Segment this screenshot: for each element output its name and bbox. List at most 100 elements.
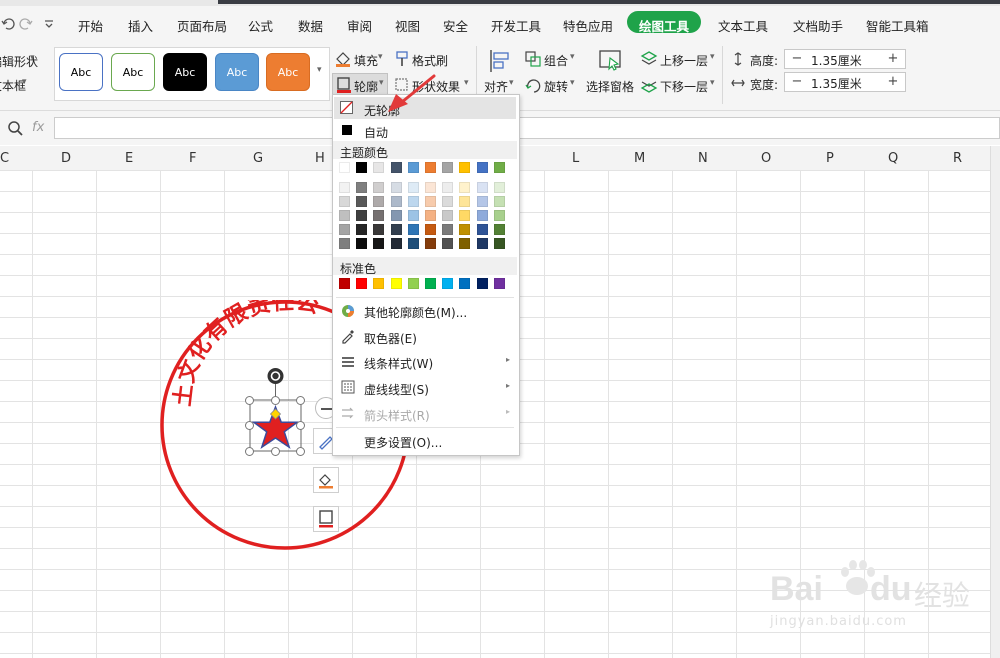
tab-developer[interactable]: 开发工具 [491,16,541,35]
color-swatch[interactable] [493,196,505,207]
width-stepper[interactable]: − 1.35厘米 + [784,72,906,92]
fx-icon[interactable]: fx [32,120,44,135]
format-painter-button[interactable]: 格式刷 [412,52,448,69]
color-swatch[interactable] [339,278,350,289]
more-settings-item[interactable]: 更多设置(O)... [364,434,442,451]
column-header[interactable]: R [953,151,962,166]
rotate-handle-icon[interactable] [267,368,284,384]
column-header[interactable]: G [253,151,263,166]
color-swatch[interactable] [390,278,402,289]
color-swatch[interactable] [356,196,368,207]
color-swatch[interactable] [373,162,385,173]
height-decrease-button[interactable]: − [787,50,807,68]
color-swatch[interactable] [356,182,368,193]
outline-icon[interactable] [335,76,353,94]
color-swatch[interactable] [493,278,505,289]
color-swatch[interactable] [476,162,488,173]
color-swatch[interactable] [493,210,505,221]
color-swatch[interactable] [493,182,505,193]
color-swatch[interactable] [373,210,385,221]
width-decrease-button[interactable]: − [787,73,807,91]
color-swatch[interactable] [442,238,454,249]
column-header[interactable]: D [61,151,71,166]
color-swatch[interactable] [339,162,350,173]
column-header[interactable]: L [572,151,579,166]
column-header[interactable]: E [125,151,133,166]
redo-icon[interactable] [19,18,33,30]
color-swatch[interactable] [373,196,385,207]
color-swatch[interactable] [356,224,368,235]
tab-view[interactable]: 视图 [395,16,420,35]
shape-style-2[interactable]: Abc [111,53,155,91]
color-swatch[interactable] [459,238,471,249]
tab-doc-assistant[interactable]: 文档助手 [793,16,843,35]
color-swatch[interactable] [407,196,419,207]
column-header[interactable]: M [634,151,645,166]
tab-formulas[interactable]: 公式 [248,16,273,35]
color-swatch[interactable] [373,278,385,289]
formula-input[interactable] [54,117,1000,139]
column-header[interactable]: P [826,151,834,166]
height-increase-button[interactable]: + [883,50,903,68]
color-swatch[interactable] [442,182,454,193]
width-increase-button[interactable]: + [883,73,903,91]
color-swatch[interactable] [356,210,368,221]
bring-forward-dropdown-icon[interactable]: ▾ [710,52,715,62]
rotate-dropdown-icon[interactable]: ▾ [570,78,575,88]
resize-handle-tm[interactable] [271,396,280,405]
selection-pane-button[interactable]: 选择窗格 [586,78,634,95]
resize-handle-bm[interactable] [271,447,280,456]
shape-effects-dropdown-icon[interactable]: ▾ [464,78,469,88]
group-dropdown-icon[interactable]: ▾ [570,52,575,62]
color-swatch[interactable] [442,224,454,235]
color-swatch[interactable] [459,224,471,235]
fill-dropdown-icon[interactable]: ▾ [378,52,383,62]
color-swatch[interactable] [339,224,350,235]
resize-handle-tl[interactable] [245,396,254,405]
color-swatch[interactable] [373,224,385,235]
tab-security[interactable]: 安全 [443,16,468,35]
color-swatch[interactable] [476,182,488,193]
tab-review[interactable]: 审阅 [347,16,372,35]
color-swatch[interactable] [407,210,419,221]
column-header[interactable]: Q [888,151,898,166]
gallery-scroll[interactable]: ▾ [316,51,326,95]
color-swatch[interactable] [390,224,402,235]
color-swatch[interactable] [407,224,419,235]
resize-handle-bl[interactable] [245,447,254,456]
color-swatch[interactable] [442,196,454,207]
color-swatch[interactable] [407,238,419,249]
color-swatch[interactable] [425,210,436,221]
color-swatch[interactable] [339,210,350,221]
color-swatch[interactable] [425,162,436,173]
color-swatch[interactable] [459,210,471,221]
color-swatch[interactable] [425,196,436,207]
color-swatch[interactable] [425,278,436,289]
shape-style-1[interactable]: Abc [59,53,103,91]
send-backward-dropdown-icon[interactable]: ▾ [710,78,715,88]
column-header[interactable]: H [315,151,325,166]
fill-icon[interactable] [334,50,352,68]
shape-style-3[interactable]: Abc [163,53,207,91]
vertical-scrollbar[interactable] [990,146,1000,658]
color-swatch[interactable] [493,162,505,173]
align-button[interactable]: 对齐 [484,78,508,95]
tab-home[interactable]: 开始 [78,16,103,35]
color-swatch[interactable] [390,182,402,193]
color-swatch[interactable] [459,182,471,193]
column-header[interactable]: C [0,151,9,166]
color-swatch[interactable] [476,196,488,207]
tab-page-layout[interactable]: 页面布局 [177,16,227,35]
group-icon[interactable] [524,50,542,68]
color-swatch[interactable] [356,162,368,173]
edit-shape-dropdown-icon[interactable]: ▾ [30,53,35,63]
color-swatch[interactable] [442,162,454,173]
zoom-icon[interactable] [7,120,23,136]
color-swatch[interactable] [442,278,454,289]
eyedropper-item[interactable]: 取色器(E) [364,330,417,347]
shape-style-5[interactable]: Abc [266,53,310,91]
color-swatch[interactable] [493,224,505,235]
tab-data[interactable]: 数据 [298,16,323,35]
tab-insert[interactable]: 插入 [128,16,153,35]
send-backward-icon[interactable] [640,76,658,94]
